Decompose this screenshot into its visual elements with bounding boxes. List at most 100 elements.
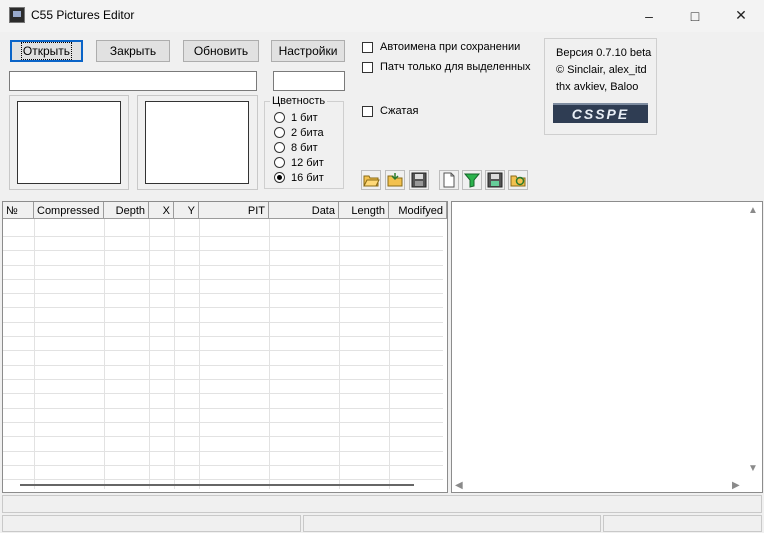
scroll-up-arrow-icon[interactable]: ▲ — [748, 205, 758, 216]
horizontal-scrollbar-thumb[interactable] — [20, 484, 414, 486]
open-folder-icon[interactable] — [361, 170, 381, 190]
table-grid-line — [3, 436, 443, 437]
color-depth-title: Цветность — [270, 95, 328, 107]
table-grid-line — [3, 479, 443, 480]
table-grid-line — [3, 279, 443, 280]
table-grid-line — [3, 265, 443, 266]
radio-circle[interactable] — [274, 157, 285, 168]
table-grid-line — [3, 451, 443, 452]
info-bar — [2, 495, 762, 513]
hex-view-pane[interactable] — [451, 201, 763, 493]
radio-16bit[interactable]: 16 бит — [274, 170, 324, 185]
table-grid-column — [199, 219, 200, 489]
refresh-button-label: Обновить — [193, 44, 249, 58]
col-pit[interactable]: PIT — [199, 202, 269, 219]
radio-circle-selected[interactable] — [274, 172, 285, 183]
file-path-field[interactable] — [9, 71, 257, 91]
col-modified[interactable]: Modifyed — [389, 202, 447, 219]
thanks-text: thx avkiev, Baloo — [556, 81, 639, 93]
status-cell-3 — [603, 515, 762, 532]
table-grid-column — [269, 219, 270, 489]
table-grid-line — [3, 322, 443, 323]
radio-circle[interactable] — [274, 112, 285, 123]
radio-circle[interactable] — [274, 142, 285, 153]
auto-rename-checkbox[interactable]: Автоимена при сохранении — [362, 41, 520, 53]
open-button[interactable]: Открыть — [10, 40, 83, 62]
table-grid-line — [3, 393, 443, 394]
col-data[interactable]: Data — [269, 202, 339, 219]
status-cell-2 — [303, 515, 601, 532]
status-cell-1 — [2, 515, 301, 532]
table-grid-line — [3, 307, 443, 308]
table-grid-line — [3, 422, 443, 423]
table-grid-line — [3, 408, 443, 409]
close-file-button-label: Закрыть — [109, 44, 157, 58]
table-grid-column — [149, 219, 150, 489]
table-grid-line — [3, 350, 443, 351]
radio-2bit[interactable]: 2 бита — [274, 125, 324, 140]
preview-image-right — [145, 101, 249, 184]
save-as-icon[interactable] — [485, 170, 505, 190]
pictures-table[interactable]: № Compressed Depth X Y PIT Data Length M… — [2, 201, 448, 493]
table-grid-line — [3, 236, 443, 237]
radio-label: 2 бита — [291, 126, 324, 139]
compressed-checkbox[interactable]: Сжатая — [362, 105, 418, 117]
refresh-save-icon[interactable] — [508, 170, 528, 190]
table-grid-line — [3, 379, 443, 380]
csspe-logo: CSSPE — [553, 103, 648, 123]
table-grid-column — [104, 219, 105, 489]
radio-label: 8 бит — [291, 141, 318, 154]
patch-selected-label: Патч только для выделенных — [380, 61, 531, 73]
preview-image-left — [17, 101, 121, 184]
table-grid-column — [339, 219, 340, 489]
app-icon — [9, 7, 25, 23]
checkbox-box[interactable] — [362, 41, 373, 53]
checkbox-box[interactable] — [362, 105, 373, 117]
table-grid-line — [3, 336, 443, 337]
table-grid-column — [389, 219, 390, 489]
filter-icon[interactable] — [462, 170, 482, 190]
scroll-left-arrow-icon[interactable]: ◀ — [455, 480, 463, 491]
close-file-button[interactable]: Закрыть — [96, 40, 170, 62]
col-length[interactable]: Length — [339, 202, 389, 219]
offset-field[interactable] — [273, 71, 345, 91]
radio-label: 12 бит — [291, 156, 324, 169]
import-folder-icon[interactable] — [385, 170, 405, 190]
col-depth[interactable]: Depth — [104, 202, 149, 219]
window-title: C55 Pictures Editor — [31, 8, 135, 22]
minimize-button[interactable]: – — [626, 0, 672, 31]
radio-label: 16 бит — [291, 171, 324, 184]
radio-1bit[interactable]: 1 бит — [274, 110, 318, 125]
settings-button[interactable]: Настройки — [271, 40, 345, 62]
radio-label: 1 бит — [291, 111, 318, 124]
settings-button-label: Настройки — [278, 44, 338, 58]
table-grid-line — [3, 250, 443, 251]
scroll-right-arrow-icon[interactable]: ▶ — [732, 480, 740, 491]
radio-circle[interactable] — [274, 127, 285, 138]
col-compressed[interactable]: Compressed — [34, 202, 104, 219]
maximize-button[interactable]: □ — [672, 0, 718, 31]
table-grid-line — [3, 365, 443, 366]
radio-12bit[interactable]: 12 бит — [274, 155, 324, 170]
table-grid-line — [3, 293, 443, 294]
table-grid-column — [34, 219, 35, 489]
auto-rename-label: Автоимена при сохранении — [380, 41, 521, 53]
new-file-icon[interactable] — [439, 170, 459, 190]
refresh-button[interactable]: Обновить — [183, 40, 259, 62]
compressed-label: Сжатая — [380, 105, 419, 117]
scroll-down-arrow-icon[interactable]: ▼ — [748, 463, 758, 474]
save-icon[interactable] — [409, 170, 429, 190]
col-y[interactable]: Y — [174, 202, 199, 219]
patch-selected-checkbox[interactable]: Патч только для выделенных — [362, 61, 531, 73]
col-number[interactable]: № — [3, 202, 34, 219]
table-header: № Compressed Depth X Y PIT Data Length M… — [3, 202, 447, 219]
version-text: Версия 0.7.10 beta — [556, 47, 652, 59]
checkbox-box[interactable] — [362, 61, 373, 73]
close-button[interactable]: ✕ — [718, 0, 764, 31]
table-grid-column — [174, 219, 175, 489]
authors-text: © Sinclair, alex_itd — [556, 64, 647, 76]
col-x[interactable]: X — [149, 202, 174, 219]
table-grid-line — [3, 465, 443, 466]
open-button-label: Открыть — [20, 42, 73, 60]
radio-8bit[interactable]: 8 бит — [274, 140, 318, 155]
